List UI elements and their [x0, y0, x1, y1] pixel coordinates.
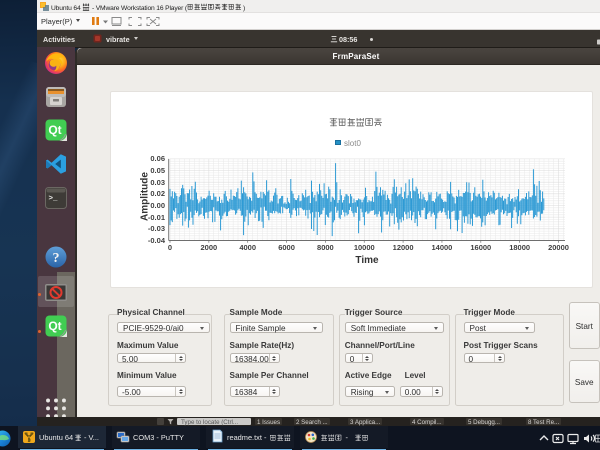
svg-text:Qt: Qt — [48, 319, 61, 333]
svg-text:>_: >_ — [49, 195, 59, 203]
svg-text:Qt: Qt — [48, 123, 61, 137]
svg-text:?: ? — [53, 251, 60, 266]
